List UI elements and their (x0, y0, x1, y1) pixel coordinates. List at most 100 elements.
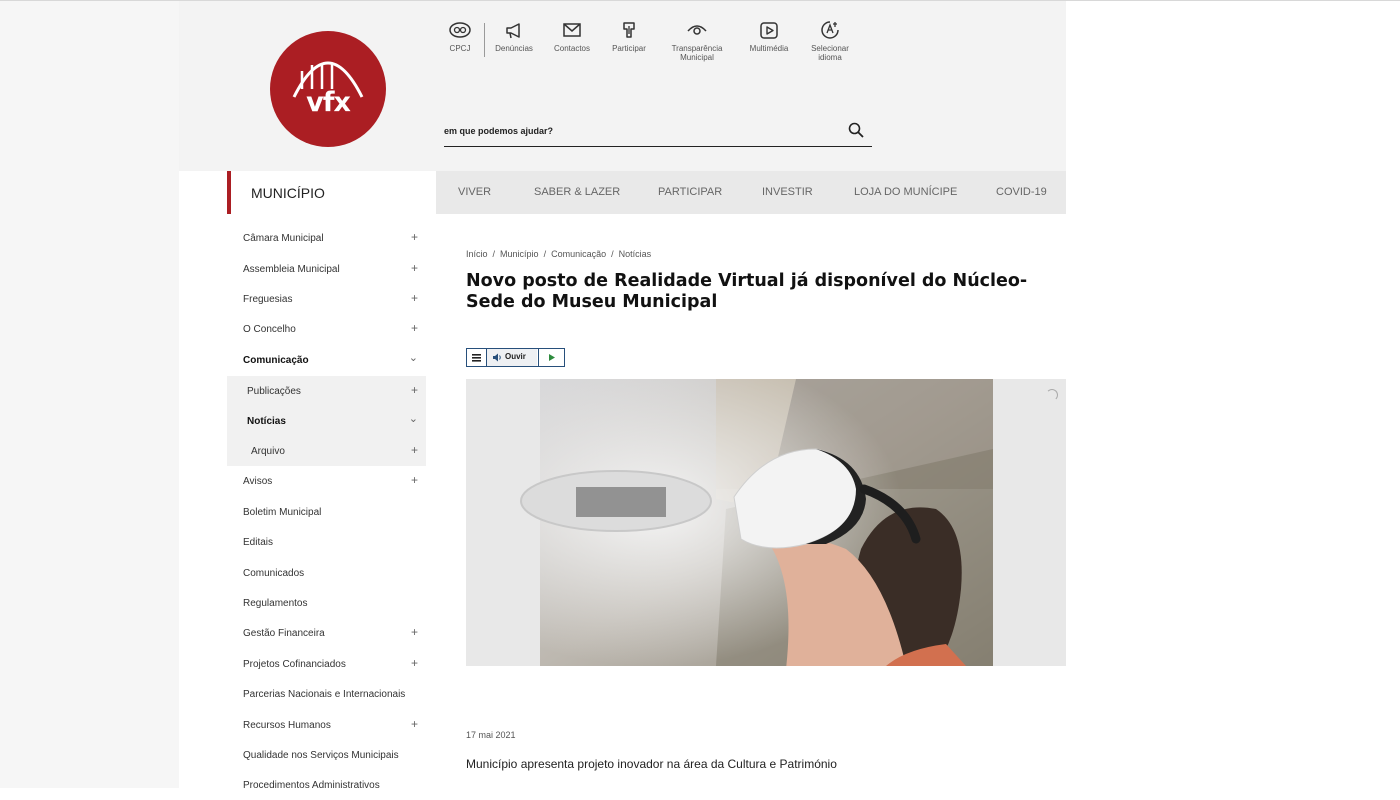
sidebar-item-qualidade[interactable]: Qualidade nos Serviços Municipais (227, 740, 426, 770)
envelope-icon (563, 23, 581, 37)
breadcrumb-noticias[interactable]: Notícias (619, 249, 652, 259)
expand-icon[interactable]: + (411, 383, 418, 397)
sidebar-item-procedimentos[interactable]: Procedimentos Administrativos (227, 770, 426, 800)
megaphone-icon (506, 23, 520, 39)
sidebar-item-label: Parcerias Nacionais e Internacionais (243, 689, 406, 700)
util-label-idioma: Selecionar idioma (811, 44, 849, 62)
page-title: Novo posto de Realidade Virtual já dispo… (466, 271, 1028, 312)
sidebar-item-label: Comunicação (243, 355, 309, 366)
breadcrumb-separator: / (543, 249, 547, 259)
nav-participar[interactable]: PARTICIPAR (658, 186, 722, 198)
sidebar-item-editais[interactable]: Editais (227, 527, 426, 557)
sidebar-item-label: Gestão Financeira (243, 628, 325, 639)
page-gutter (0, 1, 179, 788)
sidebar-item-label: O Concelho (243, 324, 296, 335)
util-label-multimedia: Multimédia (749, 44, 789, 53)
expand-icon[interactable]: + (411, 291, 418, 305)
sidebar-item-label: Notícias (247, 416, 286, 427)
sidebar-item-comunicacao[interactable]: Comunicação ⌄ (227, 345, 426, 375)
sidebar-item-label: Freguesias (243, 294, 293, 305)
sidebar-item-avisos[interactable]: Avisos + (227, 466, 426, 496)
play-button[interactable] (538, 349, 565, 366)
sidebar-item-boletim-municipal[interactable]: Boletim Municipal (227, 497, 426, 527)
sidebar-item-projetos-cofinanciados[interactable]: Projetos Cofinanciados + (227, 649, 426, 679)
expand-icon[interactable]: + (411, 321, 418, 335)
breadcrumb-municipio[interactable]: Município (500, 249, 539, 259)
chevron-down-icon[interactable]: ⌄ (409, 351, 418, 364)
sidebar-item-camara-municipal[interactable]: Câmara Municipal + (227, 223, 426, 253)
util-denuncias[interactable]: Denúncias (491, 19, 537, 53)
play-icon (549, 354, 555, 361)
breadcrumb-inicio[interactable]: Início (466, 249, 488, 259)
nav-investir[interactable]: INVESTIR (762, 186, 813, 198)
util-label-transparencia: Transparência Municipal (671, 44, 723, 62)
expand-icon[interactable]: + (411, 717, 418, 731)
sidebar-item-freguesias[interactable]: Freguesias + (227, 284, 426, 314)
sidebar-item-assembleia-municipal[interactable]: Assembleia Municipal + (227, 254, 426, 284)
search-input[interactable]: em que podemos ajudar? (444, 119, 872, 147)
logo-text: vfx (306, 87, 351, 118)
nav-loja-do-municipe[interactable]: LOJA DO MUNÍCIPE (854, 186, 957, 198)
eye-icon (687, 25, 707, 35)
main-nav: VIVER SABER & LAZER PARTICIPAR INVESTIR … (436, 171, 1066, 214)
util-label-cpcj: CPCJ (449, 44, 471, 53)
chevron-down-icon[interactable]: ⌄ (409, 412, 418, 425)
expand-icon[interactable]: + (411, 443, 418, 457)
audio-player: Ouvir (466, 348, 565, 367)
expand-icon[interactable]: + (411, 261, 418, 275)
util-transparencia[interactable]: Transparência Municipal (666, 19, 728, 62)
nav-covid-19[interactable]: COVID-19 (996, 186, 1047, 198)
loading-spinner-icon (1046, 389, 1058, 401)
util-separator (484, 23, 485, 57)
util-multimedia[interactable]: Multimédia (746, 19, 792, 53)
sidebar-item-regulamentos[interactable]: Regulamentos (227, 588, 426, 618)
expand-icon[interactable]: + (411, 656, 418, 670)
nav-saber-lazer[interactable]: SABER & LAZER (534, 186, 620, 198)
util-contactos[interactable]: Contactos (549, 19, 595, 53)
section-title-label: MUNICÍPIO (251, 185, 325, 201)
sidebar-item-label: Assembleia Municipal (243, 264, 340, 275)
expand-icon[interactable]: + (411, 473, 418, 487)
sidebar-item-noticias[interactable]: Notícias ⌄ (227, 406, 426, 436)
sidebar-item-label: Comunicados (243, 568, 305, 579)
participate-icon (623, 22, 635, 38)
sidebar-item-arquivo[interactable]: Arquivo + (227, 436, 426, 466)
breadcrumb-comunicacao[interactable]: Comunicação (551, 249, 606, 259)
breadcrumb-separator: / (492, 249, 496, 259)
sidebar-item-recursos-humanos[interactable]: Recursos Humanos + (227, 710, 426, 740)
sidebar-item-label: Recursos Humanos (243, 720, 331, 731)
language-icon (821, 21, 839, 39)
sidebar-item-label: Projetos Cofinanciados (243, 659, 346, 670)
site-logo[interactable]: vfx (270, 31, 386, 147)
player-menu-button[interactable] (467, 349, 487, 366)
sidebar-item-label: Boletim Municipal (243, 507, 322, 518)
vr-headset-photo (466, 379, 1066, 666)
sidebar-item-label: Qualidade nos Serviços Municipais (243, 750, 399, 761)
util-cpcj[interactable]: CPCJ (440, 19, 480, 53)
listen-button[interactable]: Ouvir (487, 349, 537, 366)
sidebar-item-publicacoes[interactable]: Publicações + (227, 376, 426, 406)
sidebar-item-label: Arquivo (251, 446, 285, 457)
expand-icon[interactable]: + (411, 230, 418, 244)
video-icon (760, 22, 778, 39)
nav-viver[interactable]: VIVER (458, 186, 491, 198)
sidebar-item-label: Câmara Municipal (243, 233, 324, 244)
article-lead: Município apresenta projeto inovador na … (466, 757, 837, 771)
sidebar-item-label: Avisos (243, 476, 273, 487)
sidebar-item-label: Procedimentos Administrativos (243, 780, 380, 791)
util-idioma[interactable]: Selecionar idioma (807, 19, 853, 62)
search-icon[interactable] (848, 122, 864, 138)
sidebar-item-label: Regulamentos (243, 598, 308, 609)
menu-icon (472, 354, 481, 362)
expand-icon[interactable]: + (411, 625, 418, 639)
sidebar-item-label: Publicações (247, 386, 301, 397)
header: vfx CPCJ Denúncias Contactos Participar … (179, 1, 1066, 171)
util-participar[interactable]: Participar (606, 19, 652, 53)
sidebar-item-comunicados[interactable]: Comunicados (227, 558, 426, 588)
sidebar-item-parcerias[interactable]: Parcerias Nacionais e Internacionais (227, 679, 426, 709)
sidebar-item-gestao-financeira[interactable]: Gestão Financeira + (227, 618, 426, 648)
sidebar-item-o-concelho[interactable]: O Concelho + (227, 314, 426, 344)
sidebar-item-label: Editais (243, 537, 274, 548)
search-placeholder: em que podemos ajudar? (444, 126, 554, 136)
util-label-denuncias: Denúncias (495, 44, 533, 53)
